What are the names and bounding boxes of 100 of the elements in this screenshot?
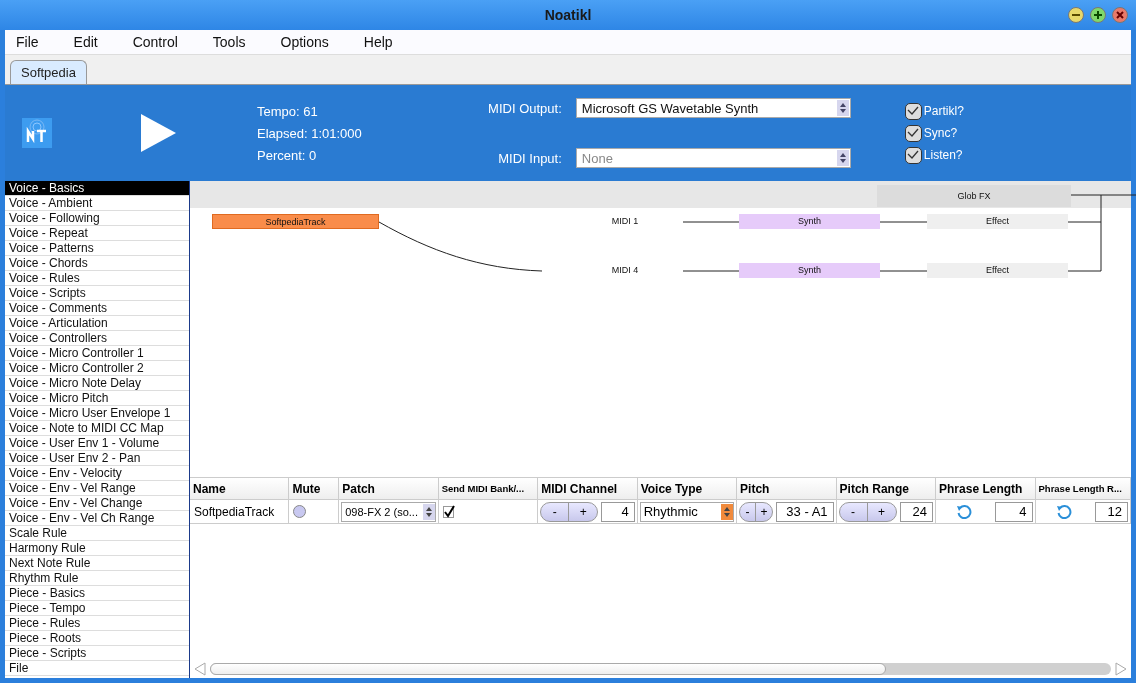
sidebar-item[interactable]: Next Note Rule: [5, 556, 189, 571]
reset-icon[interactable]: [956, 503, 973, 520]
sidebar-item[interactable]: Piece - Rules: [5, 616, 189, 631]
sidebar-item[interactable]: Rhythm Rule: [5, 571, 189, 586]
column-header[interactable]: Phrase Length R...: [1035, 478, 1131, 500]
sidebar-item[interactable]: Piece - Tempo: [5, 601, 189, 616]
midi-select[interactable]: Microsoft GS Wavetable Synth: [575, 98, 851, 118]
checkbox[interactable]: [904, 124, 922, 142]
menu-item[interactable]: File: [5, 34, 51, 50]
sidebar-item[interactable]: Voice - Env - Vel Ch Range: [5, 511, 189, 526]
decrement-button[interactable]: -: [541, 502, 570, 521]
dropdown[interactable]: 098-FX 2 (so...: [341, 501, 436, 522]
checkbox-label: Sync?: [923, 126, 958, 140]
tab[interactable]: Softpedia: [10, 60, 87, 84]
sidebar-item[interactable]: File: [5, 661, 189, 676]
menu-item[interactable]: Edit: [62, 34, 110, 50]
menu-item[interactable]: Options: [269, 34, 341, 50]
increment-button[interactable]: +: [569, 502, 598, 521]
mute-radio[interactable]: [293, 505, 307, 518]
sidebar-item[interactable]: Voice - Following: [5, 211, 189, 226]
sidebar-item[interactable]: Voice - Env - Vel Range: [5, 481, 189, 496]
sidebar-item[interactable]: Voice - Repeat: [5, 226, 189, 241]
scroll-right-icon[interactable]: [1115, 662, 1127, 676]
sidebar-item[interactable]: Piece - Scripts: [5, 646, 189, 661]
checkbox-label: Partikl?: [923, 104, 964, 118]
synth-node[interactable]: Synth: [739, 263, 880, 278]
sidebar-item[interactable]: Harmony Rule: [5, 541, 189, 556]
number-field[interactable]: 12: [1094, 501, 1128, 522]
effect-node[interactable]: Effect: [927, 214, 1068, 229]
reset-icon[interactable]: [1055, 503, 1072, 520]
dropdown[interactable]: Rhythmic: [639, 501, 735, 522]
maximize-button[interactable]: [1090, 7, 1106, 23]
percent-label: Percent: 0: [257, 147, 318, 163]
midi-label: MIDI Input:: [497, 150, 562, 166]
column-header[interactable]: Voice Type: [637, 478, 738, 500]
sidebar-item[interactable]: Voice - User Env 2 - Pan: [5, 451, 189, 466]
sidebar-item[interactable]: Voice - Micro Controller 2: [5, 361, 189, 376]
column-header[interactable]: Mute: [289, 478, 340, 500]
midi-label: MIDI Output:: [487, 100, 562, 116]
sidebar-item[interactable]: Voice - Note to MIDI CC Map: [5, 421, 189, 436]
sidebar-item[interactable]: Piece - Roots: [5, 631, 189, 646]
sidebar-item[interactable]: Scale Rule: [5, 526, 189, 541]
sidebar-item[interactable]: Voice - Controllers: [5, 331, 189, 346]
menu-item[interactable]: Tools: [201, 34, 258, 50]
sidebar-item[interactable]: Voice - Ambient: [5, 196, 189, 211]
effect-node[interactable]: Effect: [927, 263, 1068, 278]
number-field[interactable]: 4: [995, 501, 1033, 522]
track-node[interactable]: SoftpediaTrack: [212, 214, 379, 229]
minus-icon: [1072, 11, 1080, 19]
decrement-button[interactable]: -: [839, 502, 868, 521]
sidebar-item[interactable]: Voice - Chords: [5, 256, 189, 271]
scrollbar-track[interactable]: [210, 663, 1111, 675]
column-header[interactable]: Name: [190, 478, 290, 500]
column-header[interactable]: Send MIDI Bank/...: [438, 478, 539, 500]
column-header[interactable]: Patch: [339, 478, 439, 500]
dropdown-arrows-icon: [721, 503, 734, 520]
plus-icon: [1094, 11, 1102, 19]
menu-item[interactable]: Control: [121, 34, 190, 50]
logo-icon: [22, 118, 52, 148]
sidebar-item[interactable]: Voice - Articulation: [5, 316, 189, 331]
close-icon: [1116, 11, 1124, 19]
synth-node[interactable]: Synth: [739, 214, 880, 229]
column-header[interactable]: Phrase Length: [936, 478, 1036, 500]
sidebar-item[interactable]: Voice - Micro Pitch: [5, 391, 189, 406]
column-header[interactable]: Pitch Range: [836, 478, 937, 500]
checkbox[interactable]: [442, 504, 455, 519]
sidebar-item[interactable]: Voice - Patterns: [5, 241, 189, 256]
sidebar-item[interactable]: Piece - Basics: [5, 586, 189, 601]
sidebar-item[interactable]: Voice - Micro Controller 1: [5, 346, 189, 361]
checkbox[interactable]: [904, 102, 922, 120]
checkbox-label: Listen?: [923, 148, 963, 162]
sidebar-item[interactable]: Voice - Env - Velocity: [5, 466, 189, 481]
sidebar-item[interactable]: Voice - Micro User Envelope 1: [5, 406, 189, 421]
dropdown-arrows-icon: [422, 503, 435, 520]
close-button[interactable]: [1112, 7, 1128, 23]
sidebar-item[interactable]: Voice - Scripts: [5, 286, 189, 301]
scrollbar-thumb[interactable]: [210, 663, 886, 675]
menu-item[interactable]: Help: [352, 34, 405, 50]
scroll-left-icon[interactable]: [194, 662, 206, 676]
sidebar-item[interactable]: Voice - Comments: [5, 301, 189, 316]
global-fx-node[interactable]: Glob FX: [877, 185, 1071, 207]
tempo-label: Tempo: 61: [257, 103, 319, 119]
decrement-button[interactable]: -: [740, 502, 757, 521]
sidebar-item[interactable]: Voice - Micro Note Delay: [5, 376, 189, 391]
number-field[interactable]: 24: [899, 501, 934, 522]
play-button[interactable]: [141, 114, 177, 152]
column-header[interactable]: MIDI Channel: [538, 478, 638, 500]
sidebar-item[interactable]: Voice - Basics: [5, 181, 189, 196]
sidebar-item[interactable]: Voice - Env - Vel Change: [5, 496, 189, 511]
number-field[interactable]: 33 - A1: [776, 501, 834, 522]
window-title: Noatikl: [544, 7, 592, 23]
number-field[interactable]: 4: [601, 501, 635, 522]
increment-button[interactable]: +: [867, 502, 896, 521]
column-header[interactable]: Pitch: [737, 478, 837, 500]
sidebar-item[interactable]: Voice - User Env 1 - Volume: [5, 436, 189, 451]
increment-button[interactable]: +: [756, 502, 773, 521]
minimize-button[interactable]: [1068, 7, 1084, 23]
checkbox[interactable]: [904, 146, 922, 164]
dropdown-arrows-icon: [836, 100, 849, 116]
sidebar-item[interactable]: Voice - Rules: [5, 271, 189, 286]
